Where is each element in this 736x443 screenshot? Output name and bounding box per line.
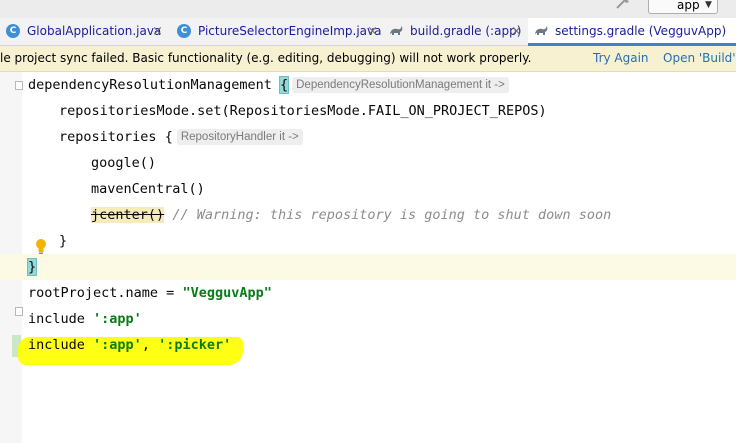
matched-brace: } <box>26 258 38 276</box>
code-comment: // Warning: this repository is going to … <box>172 207 612 223</box>
code-token: } <box>59 233 68 249</box>
code-line-9: rootProject.name = "VegguvApp" <box>0 280 736 306</box>
code-token: repositoriesMode.set(RepositoriesMode.FA… <box>59 103 547 119</box>
top-toolbar: app ▼ <box>0 0 736 18</box>
tab-build-gradle[interactable]: build.gradle (:app) × <box>383 18 526 45</box>
code-line-4: google() <box>0 150 736 176</box>
editor-tab-bar: C GlobalApplication.java × C PictureSele… <box>0 18 736 46</box>
code-string: "VegguvApp" <box>182 285 272 301</box>
tab-label: GlobalApplication.java <box>27 24 162 38</box>
java-class-icon: C <box>177 24 191 38</box>
code-editor[interactable]: dependencyResolutionManagement {Dependen… <box>0 72 736 443</box>
deprecated-token: jcenter <box>91 207 148 223</box>
code-string: ':picker' <box>158 337 232 353</box>
sync-failed-notification: le project sync failed. Basic functional… <box>0 46 736 72</box>
code-line-3: repositories {RepositoryHandler it -> <box>0 124 736 150</box>
tab-picture-selector-engine[interactable]: C PictureSelectorEngineImp.java × <box>171 18 382 45</box>
code-line-10: include ':app' <box>0 306 736 332</box>
gradle-icon <box>390 26 403 35</box>
code-token: , <box>141 337 159 353</box>
code-token: rootProject.name = <box>28 285 183 301</box>
code-token: { <box>164 129 173 145</box>
code-string: ':app' <box>93 311 142 327</box>
code-token: mavenCentral() <box>91 181 205 197</box>
inlay-hint: RepositoryHandler it -> <box>176 129 303 145</box>
code-line-5: mavenCentral() <box>0 176 736 202</box>
code-line-8: } <box>0 254 736 280</box>
gradle-icon <box>535 26 548 35</box>
close-icon[interactable]: × <box>511 18 522 45</box>
tab-label: build.gradle (:app) <box>410 24 522 38</box>
run-configuration-select[interactable]: app ▼ <box>648 0 718 14</box>
tab-global-application[interactable]: C GlobalApplication.java × <box>0 18 168 45</box>
chevron-down-icon: ▼ <box>705 0 712 10</box>
close-icon[interactable]: × <box>367 18 378 45</box>
code-line-7: } <box>0 228 736 254</box>
code-line-6: jcenter() // Warning: this repository is… <box>0 202 736 228</box>
try-again-link[interactable]: Try Again <box>593 46 649 71</box>
code-token: repositories <box>59 129 157 145</box>
inlay-hint: DependencyResolutionManagement it -> <box>292 77 509 93</box>
run-configuration-label: app <box>677 0 700 12</box>
code-token: include <box>28 337 94 353</box>
code-token: google() <box>91 155 157 171</box>
open-build-view-link[interactable]: Open 'Build' Vi <box>663 46 736 71</box>
java-class-icon: C <box>6 24 20 38</box>
tab-label: PictureSelectorEngineImp.java <box>198 24 382 38</box>
code-token: include <box>28 311 94 327</box>
code-line-2: repositoriesMode.set(RepositoriesMode.FA… <box>0 98 736 124</box>
code-token: dependencyResolutionManagement <box>28 77 272 93</box>
code-token: () <box>147 207 165 223</box>
code-line-11: include ':app', ':picker' <box>0 332 736 358</box>
build-hammer-icon[interactable] <box>615 0 631 10</box>
close-icon[interactable]: × <box>152 18 163 45</box>
code-line-1: dependencyResolutionManagement {Dependen… <box>0 72 736 98</box>
tab-settings-gradle[interactable]: settings.gradle (VegguvApp) <box>528 18 736 46</box>
code-string: ':app' <box>93 337 142 353</box>
tab-label: settings.gradle (VegguvApp) <box>555 24 727 38</box>
matched-brace: { <box>278 76 290 94</box>
notification-message: le project sync failed. Basic functional… <box>0 51 532 65</box>
